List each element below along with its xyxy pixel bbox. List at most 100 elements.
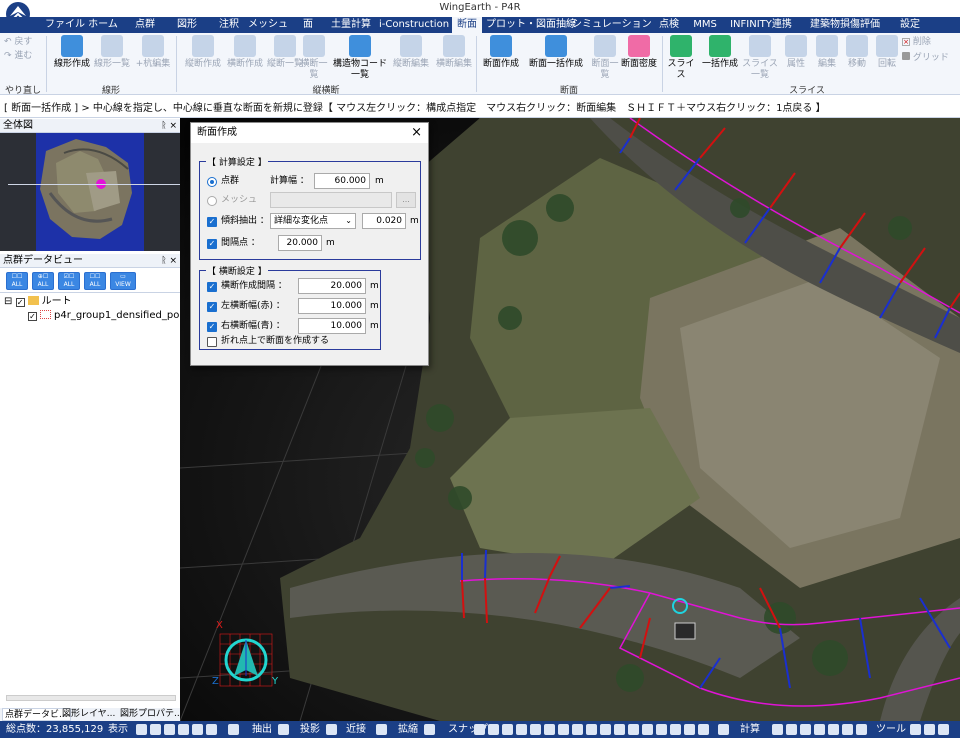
undo-button[interactable]: ↶ 戻す: [4, 37, 44, 48]
ribbon-button[interactable]: 断面密度: [618, 35, 660, 70]
status-tool-icon[interactable]: [600, 724, 611, 735]
status-item[interactable]: 投影: [300, 721, 320, 738]
ribbon-button[interactable]: 属性: [782, 35, 810, 70]
ribbon-button[interactable]: スライス: [664, 35, 698, 81]
ribbon-button[interactable]: 横断一覧: [298, 35, 330, 81]
ribbon-button[interactable]: 横断編集: [432, 35, 476, 70]
status-tool-icon[interactable]: [642, 724, 653, 735]
radio-pointcloud[interactable]: [207, 177, 217, 187]
status-tool-icon[interactable]: [488, 724, 499, 735]
view-button[interactable]: ▭ VIEW: [110, 272, 136, 290]
cross-interval-input[interactable]: [298, 278, 366, 294]
status-icon[interactable]: [856, 724, 867, 735]
horizontal-scrollbar[interactable]: [6, 695, 176, 701]
status-tool-icon[interactable]: [786, 724, 797, 735]
radio-mesh[interactable]: [207, 196, 217, 206]
ribbon-button[interactable]: 構造物コード一覧: [332, 35, 388, 81]
status-tool-icon[interactable]: [164, 724, 175, 735]
menu-item[interactable]: シミュレーション: [572, 17, 652, 33]
status-tool-icon[interactable]: [192, 724, 203, 735]
grid-button[interactable]: グリッド: [902, 52, 958, 64]
ribbon-button[interactable]: 断面一覧: [590, 35, 620, 81]
ribbon-button[interactable]: 横断作成: [224, 35, 266, 70]
tab-figure-layer[interactable]: 図形レイヤ...: [60, 708, 117, 721]
calc-width-input[interactable]: [314, 173, 370, 189]
ribbon-button[interactable]: 線形一覧: [94, 35, 130, 70]
pin-icon[interactable]: ᚱ ×: [161, 254, 177, 268]
add-all-button[interactable]: ⊕☐ ALL: [32, 272, 54, 290]
overview-map[interactable]: [0, 133, 180, 251]
tree-checkbox[interactable]: ✓: [28, 312, 37, 321]
status-tool-icon[interactable]: [938, 724, 949, 735]
status-tool-icon[interactable]: [502, 724, 513, 735]
tree-checkbox[interactable]: ✓: [15, 298, 25, 307]
menu-item[interactable]: 点検: [650, 17, 688, 33]
dialog-titlebar[interactable]: 断面作成 ×: [191, 123, 428, 143]
status-item[interactable]: 近接: [346, 721, 366, 738]
menu-item[interactable]: MMS: [690, 17, 720, 33]
menu-item[interactable]: 建築物損傷評価: [802, 17, 888, 33]
menu-item[interactable]: 注釈: [208, 17, 250, 33]
left-width-checkbox[interactable]: ✓: [207, 302, 217, 312]
menu-item[interactable]: 土量計算: [326, 17, 376, 33]
status-tool-icon[interactable]: [684, 724, 695, 735]
uncheck-all-button[interactable]: ☐☐ ALL: [84, 272, 106, 290]
status-item[interactable]: 表示: [108, 721, 128, 738]
status-item[interactable]: 抽出: [252, 721, 272, 738]
interval-checkbox[interactable]: ✓: [207, 239, 217, 249]
slope-value-input[interactable]: [362, 213, 406, 229]
ribbon-button[interactable]: スライス一覧: [740, 35, 780, 81]
menu-item[interactable]: INFINITY連携: [724, 17, 798, 33]
ribbon-button[interactable]: 一括作成: [700, 35, 740, 70]
status-tool-icon[interactable]: [614, 724, 625, 735]
menu-item[interactable]: 点群: [124, 17, 166, 33]
tree-item-root[interactable]: ⊟ ✓ ルート: [4, 295, 72, 309]
mesh-select[interactable]: [270, 192, 392, 208]
slope-checkbox[interactable]: ✓: [207, 217, 217, 227]
ribbon-button[interactable]: 断面作成: [478, 35, 524, 70]
redo-button[interactable]: ↷ 進む: [4, 51, 44, 62]
ribbon-button[interactable]: 縦断編集: [390, 35, 432, 70]
menu-item[interactable]: 設定: [890, 17, 930, 33]
status-icon[interactable]: [424, 724, 435, 735]
status-item[interactable]: 拡縮: [398, 721, 418, 738]
select-all-button[interactable]: ☐☐ ALL: [6, 272, 28, 290]
close-icon[interactable]: ×: [411, 123, 422, 143]
ribbon-button[interactable]: 回転: [872, 35, 902, 70]
status-tool-icon[interactable]: [656, 724, 667, 735]
overview-minimap[interactable]: [36, 133, 144, 251]
menu-item[interactable]: 面: [290, 17, 326, 33]
status-tool-icon[interactable]: [842, 724, 853, 735]
cross-interval-checkbox[interactable]: ✓: [207, 282, 217, 292]
status-item[interactable]: ツール: [876, 721, 906, 738]
status-tool-icon[interactable]: [206, 724, 217, 735]
right-width-checkbox[interactable]: ✓: [207, 322, 217, 332]
check-all-button[interactable]: ☑☐ ALL: [58, 272, 80, 290]
status-tool-icon[interactable]: [814, 724, 825, 735]
status-icon[interactable]: [228, 724, 239, 735]
menu-item[interactable]: ホーム: [82, 17, 124, 33]
status-icon[interactable]: [718, 724, 729, 735]
status-tool-icon[interactable]: [910, 724, 921, 735]
bend-checkbox[interactable]: [207, 337, 217, 347]
status-icon[interactable]: [326, 724, 337, 735]
status-tool-icon[interactable]: [698, 724, 709, 735]
pin-icon[interactable]: ᚱ ×: [161, 119, 177, 133]
status-tool-icon[interactable]: [136, 724, 147, 735]
menu-item[interactable]: i-Construction: [376, 17, 452, 33]
menu-item[interactable]: 図形: [166, 17, 208, 33]
tab-figure-property[interactable]: 図形プロパテ...: [118, 708, 185, 721]
status-tool-icon[interactable]: [628, 724, 639, 735]
status-item[interactable]: 計算: [740, 721, 760, 738]
status-tool-icon[interactable]: [586, 724, 597, 735]
interval-input[interactable]: [278, 235, 322, 251]
status-tool-icon[interactable]: [530, 724, 541, 735]
status-tool-icon[interactable]: [474, 724, 485, 735]
ribbon-button[interactable]: 線形作成: [50, 35, 94, 70]
ribbon-button[interactable]: +杭編集: [132, 35, 174, 70]
ribbon-button[interactable]: 移動: [842, 35, 872, 70]
status-tool-icon[interactable]: [544, 724, 555, 735]
ribbon-button[interactable]: 編集: [812, 35, 842, 70]
ribbon-button[interactable]: 断面一括作成: [528, 35, 584, 70]
status-tool-icon[interactable]: [558, 724, 569, 735]
